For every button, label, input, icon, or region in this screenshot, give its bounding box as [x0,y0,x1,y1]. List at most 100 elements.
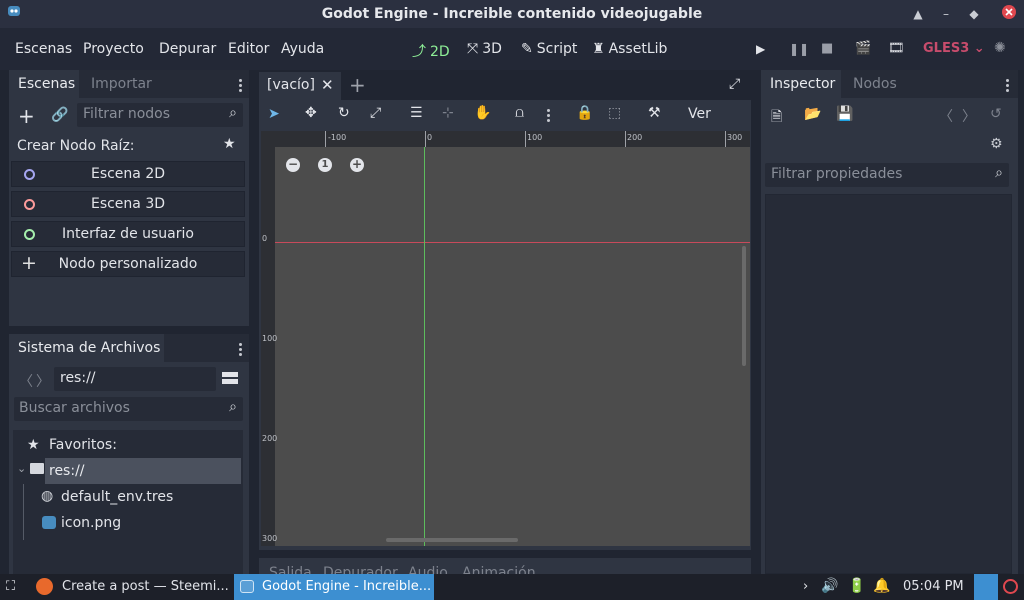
workspace-script-button[interactable]: ✎ Script [521,41,577,57]
zoom-reset-button[interactable]: 1 [318,158,332,172]
tab-inspector[interactable]: Inspector [761,70,841,98]
add-tab-icon[interactable]: + [349,73,366,97]
minimize-icon[interactable]: – [936,4,956,24]
menu-editor[interactable]: Editor [228,41,269,57]
tab-audio[interactable]: Audio [408,565,448,574]
taskbar-item-godot[interactable]: Godot Engine - Increible... [234,574,434,600]
scale-mode-icon[interactable]: ⤢ [370,105,381,121]
tab-escenas[interactable]: Escenas [9,70,79,98]
add-node-icon[interactable]: + [18,104,35,128]
menu-ayuda[interactable]: Ayuda [281,41,324,57]
bottom-panel: Salida Depurador Audio Animación [259,558,751,574]
pan-mode-icon[interactable]: ✋ [474,105,491,121]
tab-importar[interactable]: Importar [91,70,171,98]
notifications-bell-icon[interactable]: 🔔 [873,578,890,594]
list-select-icon[interactable]: ☰ [410,105,423,121]
forward-arrow-icon[interactable]: 〉 [962,106,976,126]
dock-menu-icon[interactable] [239,77,243,94]
view-menu[interactable]: Ver [688,106,711,122]
close-tab-icon[interactable]: ✕ [321,76,334,94]
power-icon[interactable] [1003,579,1018,594]
tab-debugger[interactable]: Depurador [323,565,398,574]
rotate-mode-icon[interactable]: ↻ [338,105,350,121]
filter-properties-input[interactable]: Filtrar propiedades ⌕ [765,163,1009,187]
stop-icon[interactable]: ■ [821,41,833,56]
zoom-out-button[interactable]: − [286,158,300,172]
taskbar-item-firefox[interactable]: Create a post — Steemi... [62,579,229,594]
horizontal-scrollbar[interactable] [386,538,518,542]
new-resource-icon[interactable]: 🗎 [771,106,782,130]
search-files-input[interactable]: Buscar archivos ⌕ [14,397,243,421]
snap-icon[interactable]: ⩍ [515,105,524,121]
back-arrow-icon[interactable]: 〈 [19,371,33,391]
object-properties-icon[interactable]: ⚙ [990,136,1003,152]
favorites-star-icon[interactable]: ★ [223,136,236,152]
search-icon: ⌕ [229,105,237,121]
volume-icon[interactable]: 🔊 [821,578,838,594]
lock-icon[interactable]: 🔒 [576,105,593,121]
split-view-icon[interactable] [221,369,239,387]
menu-depurar[interactable]: Depurar [159,41,216,57]
chevron-down-icon[interactable]: ⌄ [17,462,26,475]
move-mode-icon[interactable]: ✥ [305,105,317,121]
tab-filesystem[interactable]: Sistema de Archivos [9,334,164,362]
forward-arrow-icon[interactable]: 〉 [36,371,50,391]
open-folder-icon[interactable]: 📂 [804,106,821,122]
save-icon[interactable]: 💾 [836,106,853,122]
select-mode-icon[interactable]: ➤ [268,106,280,122]
close-window-icon[interactable] [999,4,1019,24]
tab-output[interactable]: Salida [269,565,312,574]
menu-escenas[interactable]: Escenas [15,41,72,57]
canvas-viewport[interactable]: -100 0 100 200 300 0 100 200 300 − 1 + [261,131,750,546]
file-label: default_env.tres [61,489,174,505]
workspace-3d-button[interactable]: ⤧ 3D [467,41,502,57]
filter-nodes-input[interactable]: Filtrar nodos ⌕ [77,103,243,127]
root-2d-scene-button[interactable]: Escena 2D [11,161,245,187]
window-titlebar: Godot Engine - Increible contenido video… [0,0,1024,28]
maximize-icon[interactable]: ◆ [964,4,984,24]
root-custom-node-button[interactable]: + Nodo personalizado [11,251,245,277]
back-arrow-icon[interactable]: 〈 [939,106,953,126]
ruler-label: 200 [627,133,643,142]
workspace-assetlib-button[interactable]: ♜ AssetLib [592,41,667,57]
workspace-2d-button[interactable]: ⤴ 2D [412,41,450,61]
dock-menu-icon[interactable] [239,341,243,358]
distraction-free-icon[interactable]: ⤢ [729,76,740,92]
godot-app-icon [240,580,254,593]
list-item[interactable]: icon.png [41,512,241,536]
history-icon[interactable]: ↺ [990,106,1002,122]
snap-options-icon[interactable] [547,107,551,124]
root-3d-scene-button[interactable]: Escena 3D [11,191,245,217]
3d-icon: ⤧ [467,41,479,57]
pause-icon[interactable]: ❚❚ [789,42,809,56]
menu-proyecto[interactable]: Proyecto [83,41,144,57]
renderer-selector[interactable]: GLES3 ⌄ [923,41,985,56]
play-icon[interactable]: ▶ [756,42,765,56]
tray-expand-icon[interactable]: › [803,579,808,594]
zoom-in-button[interactable]: + [350,158,364,172]
network-icon[interactable] [974,574,998,600]
vertical-scrollbar[interactable] [742,246,746,366]
tab-animation[interactable]: Animación [462,565,536,574]
list-item[interactable]: ⌄ res:// [13,458,241,484]
tab-nodos[interactable]: Nodos [853,70,913,98]
dock-menu-icon[interactable] [1006,77,1010,94]
file-label: icon.png [61,515,122,531]
app-launcher-icon[interactable]: ⛶ [6,579,15,594]
skeleton-icon[interactable]: ⚒ [648,105,661,121]
path-field[interactable]: res:// [54,367,216,391]
battery-icon[interactable]: 🔋 [848,578,865,594]
file-tree: ★ Favoritos: ⌄ res:// ◍ default_env.tres… [13,430,243,574]
instance-scene-icon[interactable]: 🔗 [51,107,68,123]
clock[interactable]: 05:04 PM [903,579,964,594]
list-item[interactable]: ◍ default_env.tres [41,486,241,510]
pivot-mode-icon[interactable]: ⊹ [442,105,454,121]
group-icon[interactable]: ⬚ [608,105,621,121]
keep-above-icon[interactable]: ▲ [908,4,928,24]
scene-tabs: [vacío] ✕ + ⤢ [259,70,751,100]
tab-empty-scene[interactable]: [vacío] ✕ [259,72,341,100]
root-ui-button[interactable]: Interfaz de usuario [11,221,245,247]
play-custom-scene-icon[interactable]: 🎞 [888,41,905,56]
play-scene-icon[interactable]: 🎬 [855,41,871,56]
canvas-toolbar: ➤ ✥ ↻ ⤢ ☰ ⊹ ✋ ⩍ 🔒 ⬚ ⚒ Ver [259,100,751,130]
